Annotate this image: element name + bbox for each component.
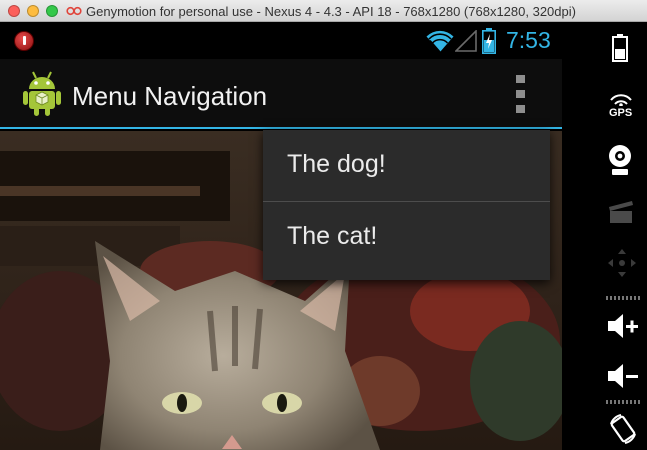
status-bar: 7:53: [0, 22, 562, 59]
clapperboard-icon[interactable]: [608, 200, 634, 224]
wifi-icon: [426, 30, 454, 53]
volume-down-icon[interactable]: [606, 362, 640, 390]
gps-button[interactable]: GPS: [606, 92, 636, 122]
menu-item-cat-label: The cat!: [287, 222, 378, 250]
status-clock: 7:53: [506, 27, 551, 53]
toolbar-separator: [606, 296, 640, 300]
android-robot-icon[interactable]: [22, 69, 62, 117]
overflow-popup-menu: The dog! The cat!: [263, 130, 550, 280]
battery-icon[interactable]: [612, 34, 628, 62]
webcam-icon[interactable]: [607, 144, 633, 176]
gps-label: GPS: [609, 107, 633, 119]
notification-icon[interactable]: [14, 31, 34, 51]
window-title-bar: Genymotion for personal use - Nexus 4 - …: [0, 0, 647, 22]
genymotion-logo-icon: [66, 6, 82, 16]
android-screen: 7:53 Menu Navigation The dog! The cat!: [0, 22, 562, 450]
battery-charging-icon: [482, 28, 496, 54]
dpad-icon[interactable]: [607, 248, 637, 278]
gps-icon: [610, 94, 632, 106]
zoom-window-button[interactable]: [46, 5, 58, 17]
menu-item-cat[interactable]: The cat!: [263, 202, 550, 274]
close-window-button[interactable]: [8, 5, 20, 17]
emulator-toolbar: GPS: [562, 22, 647, 450]
signal-icon: [455, 30, 477, 52]
minimize-window-button[interactable]: [27, 5, 39, 17]
action-bar: Menu Navigation: [0, 59, 562, 129]
menu-item-dog[interactable]: The dog!: [263, 130, 550, 202]
toolbar-separator: [606, 400, 640, 404]
menu-item-dog-label: The dog!: [287, 150, 386, 178]
volume-up-icon[interactable]: [606, 312, 640, 340]
app-title: Menu Navigation: [72, 81, 268, 111]
window-title: Genymotion for personal use - Nexus 4 - …: [86, 4, 576, 19]
rotate-icon[interactable]: [607, 412, 639, 446]
overflow-menu-icon[interactable]: [510, 73, 532, 115]
